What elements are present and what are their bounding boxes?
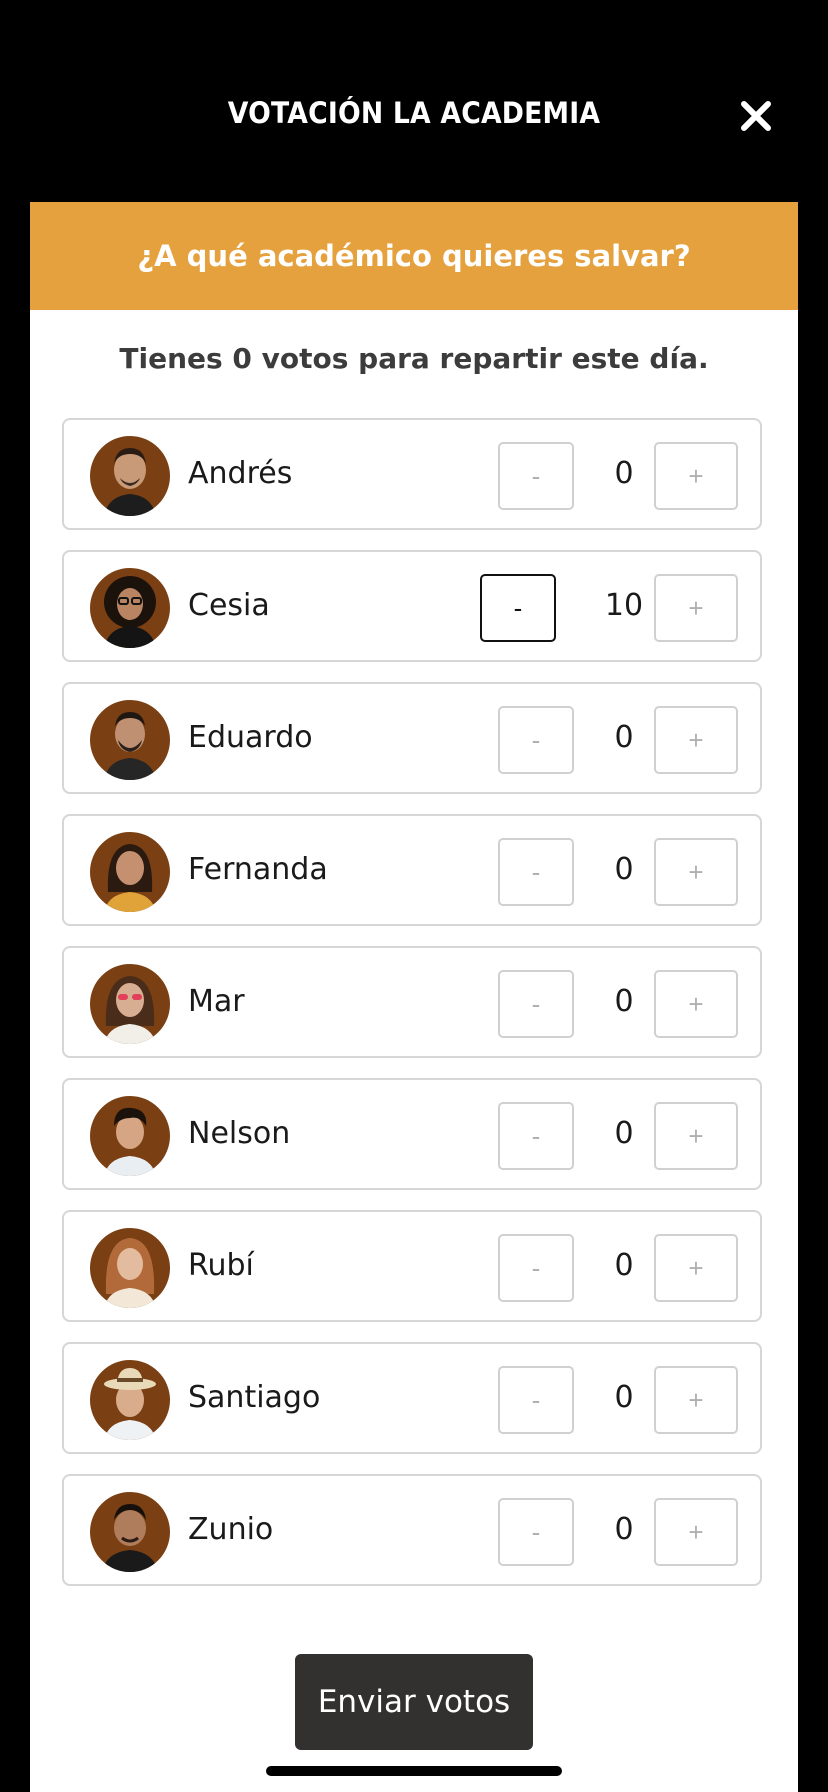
avatar xyxy=(90,1492,170,1572)
candidate-name: Eduardo xyxy=(188,720,313,755)
candidate-name: Nelson xyxy=(188,1116,291,1151)
increase-vote-button[interactable]: + xyxy=(654,1234,738,1302)
decrease-vote-button[interactable]: - xyxy=(498,442,574,510)
question-text: ¿A qué académico quieres salvar? xyxy=(137,239,691,273)
increase-vote-button[interactable]: + xyxy=(654,1102,738,1170)
votes-remaining-text: Tienes 0 votos para repartir este día. xyxy=(119,342,709,375)
candidate-row-zunio: Zunio - 0 + xyxy=(62,1474,762,1586)
vote-count: 0 xyxy=(614,1116,634,1151)
decrease-vote-button[interactable]: - xyxy=(498,1234,574,1302)
vote-count: 0 xyxy=(614,852,634,887)
decrease-vote-button[interactable]: - xyxy=(498,1366,574,1434)
vote-count: 0 xyxy=(614,456,634,491)
avatar xyxy=(90,1228,170,1308)
avatar xyxy=(90,964,170,1044)
avatar xyxy=(90,832,170,912)
increase-vote-button[interactable]: + xyxy=(654,706,738,774)
candidate-name: Andrés xyxy=(188,456,293,491)
submit-votes-button[interactable]: Enviar votos xyxy=(295,1654,533,1750)
candidate-name: Rubí xyxy=(188,1248,254,1283)
voting-panel: ¿A qué académico quieres salvar? Tienes … xyxy=(30,202,798,1792)
candidate-row-andres: Andrés - 0 + xyxy=(62,418,762,530)
decrease-vote-button[interactable]: - xyxy=(498,970,574,1038)
vote-count: 0 xyxy=(614,720,634,755)
increase-vote-button[interactable]: + xyxy=(654,1498,738,1566)
decrease-vote-button[interactable]: - xyxy=(498,1498,574,1566)
question-banner: ¿A qué académico quieres salvar? xyxy=(30,202,798,310)
increase-vote-button[interactable]: + xyxy=(654,574,738,642)
avatar xyxy=(90,700,170,780)
decrease-vote-button[interactable]: - xyxy=(498,706,574,774)
avatar xyxy=(90,436,170,516)
increase-vote-button[interactable]: + xyxy=(654,838,738,906)
vote-count: 0 xyxy=(614,1512,634,1547)
vote-count: 0 xyxy=(614,1380,634,1415)
increase-vote-button[interactable]: + xyxy=(654,970,738,1038)
candidate-row-nelson: Nelson - 0 + xyxy=(62,1078,762,1190)
candidate-name: Zunio xyxy=(188,1512,274,1547)
candidate-list: Andrés - 0 + Cesia - 10 + Eduardo - 0 + … xyxy=(62,418,766,1606)
modal-header: VOTACIÓN LA ACADEMIA xyxy=(0,0,828,202)
candidate-row-santiago: Santiago - 0 + xyxy=(62,1342,762,1454)
candidate-row-mar: Mar - 0 + xyxy=(62,946,762,1058)
avatar xyxy=(90,568,170,648)
vote-count: 10 xyxy=(604,588,644,623)
decrease-vote-button[interactable]: - xyxy=(480,574,556,642)
vote-count: 0 xyxy=(614,984,634,1019)
candidate-row-rubi: Rubí - 0 + xyxy=(62,1210,762,1322)
candidate-name: Mar xyxy=(188,984,245,1019)
close-icon[interactable] xyxy=(736,96,776,136)
candidate-name: Cesia xyxy=(188,588,270,623)
candidate-name: Santiago xyxy=(188,1380,321,1415)
avatar xyxy=(90,1096,170,1176)
increase-vote-button[interactable]: + xyxy=(654,1366,738,1434)
candidate-name: Fernanda xyxy=(188,852,328,887)
home-indicator[interactable] xyxy=(266,1766,562,1776)
decrease-vote-button[interactable]: - xyxy=(498,1102,574,1170)
candidate-row-fernanda: Fernanda - 0 + xyxy=(62,814,762,926)
increase-vote-button[interactable]: + xyxy=(654,442,738,510)
avatar xyxy=(90,1360,170,1440)
candidate-row-eduardo: Eduardo - 0 + xyxy=(62,682,762,794)
modal-title: VOTACIÓN LA ACADEMIA xyxy=(227,96,601,130)
candidate-row-cesia: Cesia - 10 + xyxy=(62,550,762,662)
vote-count: 0 xyxy=(614,1248,634,1283)
decrease-vote-button[interactable]: - xyxy=(498,838,574,906)
